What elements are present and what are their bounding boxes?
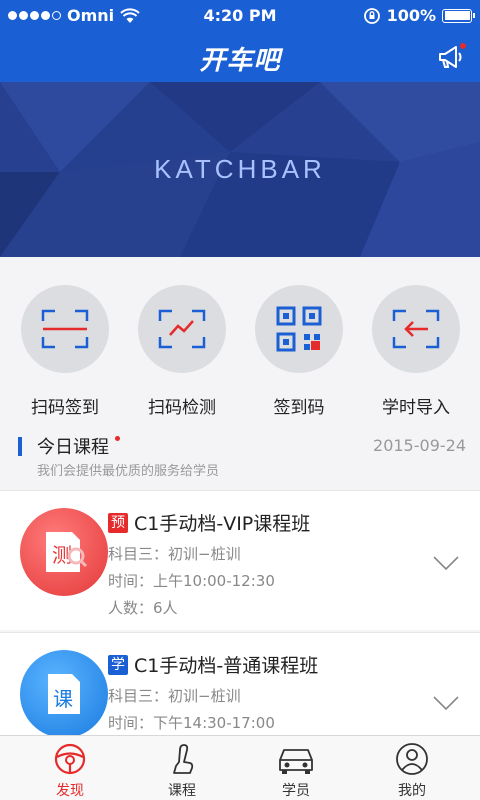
course-avatar: 测	[20, 508, 108, 596]
quick-action-label: 扫码检测	[148, 398, 216, 418]
status-bar: Omni 4:20 PM 100%	[0, 0, 480, 32]
test-document-icon: 测	[46, 532, 88, 572]
tab-label: 课程	[168, 783, 196, 799]
course-tag: 学	[108, 654, 128, 675]
quick-action-label: 学时导入	[382, 398, 450, 418]
user-icon	[396, 743, 428, 775]
chevron-down-icon[interactable]	[432, 695, 460, 711]
import-hours-icon	[392, 309, 440, 349]
tab-students[interactable]: 学员	[256, 742, 336, 800]
course-document-icon: 课	[48, 674, 80, 714]
course-name: C1手动档-VIP课程班	[134, 513, 311, 535]
scan-sign-in-icon	[41, 309, 89, 349]
course-subject: 科目三：初训−桩训	[108, 687, 241, 705]
banner-brand: KATCHBAR	[154, 154, 326, 184]
course-avatar: 课	[20, 650, 108, 735]
steering-wheel-icon	[54, 743, 86, 775]
tab-mine[interactable]: 我的	[372, 742, 452, 800]
scan-check-icon	[158, 309, 206, 349]
banner[interactable]: KATCHBAR	[0, 82, 480, 257]
tab-discover[interactable]: 发现	[30, 742, 110, 800]
quick-action-scan-sign-in[interactable]: 扫码签到	[10, 285, 120, 418]
quick-action-label: 扫码签到	[31, 398, 99, 418]
tab-courses[interactable]: 课程	[142, 742, 222, 800]
app-title: 开车吧	[199, 46, 281, 76]
avatar-text: 课	[53, 687, 73, 711]
quick-actions: 扫码签到 扫码检测 签到码 学时导入	[0, 257, 480, 418]
car-icon	[279, 749, 313, 774]
seat-icon	[173, 744, 194, 774]
section-accent-bar	[18, 437, 22, 456]
course-time: 时间：上午10:00-12:30	[108, 572, 275, 590]
quick-action-qr-code[interactable]: 签到码	[244, 285, 354, 418]
quick-action-import-hours[interactable]: 学时导入	[361, 285, 471, 418]
tab-label: 学员	[282, 783, 310, 799]
chevron-down-icon[interactable]	[432, 555, 460, 571]
section-date: 2015-09-24	[373, 436, 466, 455]
tab-label: 发现	[56, 783, 84, 799]
tab-bar: 发现 课程 学员 我的	[0, 735, 480, 800]
course-time: 时间：下午14:30-17:00	[108, 714, 275, 732]
course-name: C1手动档-普通课程班	[134, 655, 319, 677]
rotation-lock-icon	[363, 7, 380, 24]
course-tag: 预	[108, 512, 128, 533]
unread-dot	[115, 436, 120, 441]
qr-code-icon	[276, 306, 322, 352]
quick-action-label: 签到码	[273, 398, 325, 418]
quick-action-scan-check[interactable]: 扫码检测	[127, 285, 237, 418]
course-subject: 科目三：初训−桩训	[108, 545, 241, 563]
course-card[interactable]: 课 学 C1手动档-普通课程班 科目三：初训−桩训 时间：下午14:30-17:…	[0, 632, 480, 735]
battery-icon	[442, 8, 475, 23]
nav-bar: 开车吧	[0, 32, 480, 82]
course-card[interactable]: 测 预 C1手动档-VIP课程班 科目三：初训−桩训 时间：上午10:00-12…	[0, 490, 480, 630]
course-count: 人数：6人	[108, 599, 178, 617]
tab-label: 我的	[398, 783, 426, 799]
section-subtitle: 我们会提供最优质的服务给学员	[37, 464, 220, 479]
today-courses-header: 今日课程 2015-09-24 我们会提供最优质的服务给学员	[0, 428, 480, 488]
battery-percent: 100%	[386, 6, 436, 25]
megaphone-icon[interactable]	[434, 40, 468, 74]
section-title: 今日课程	[37, 437, 109, 458]
